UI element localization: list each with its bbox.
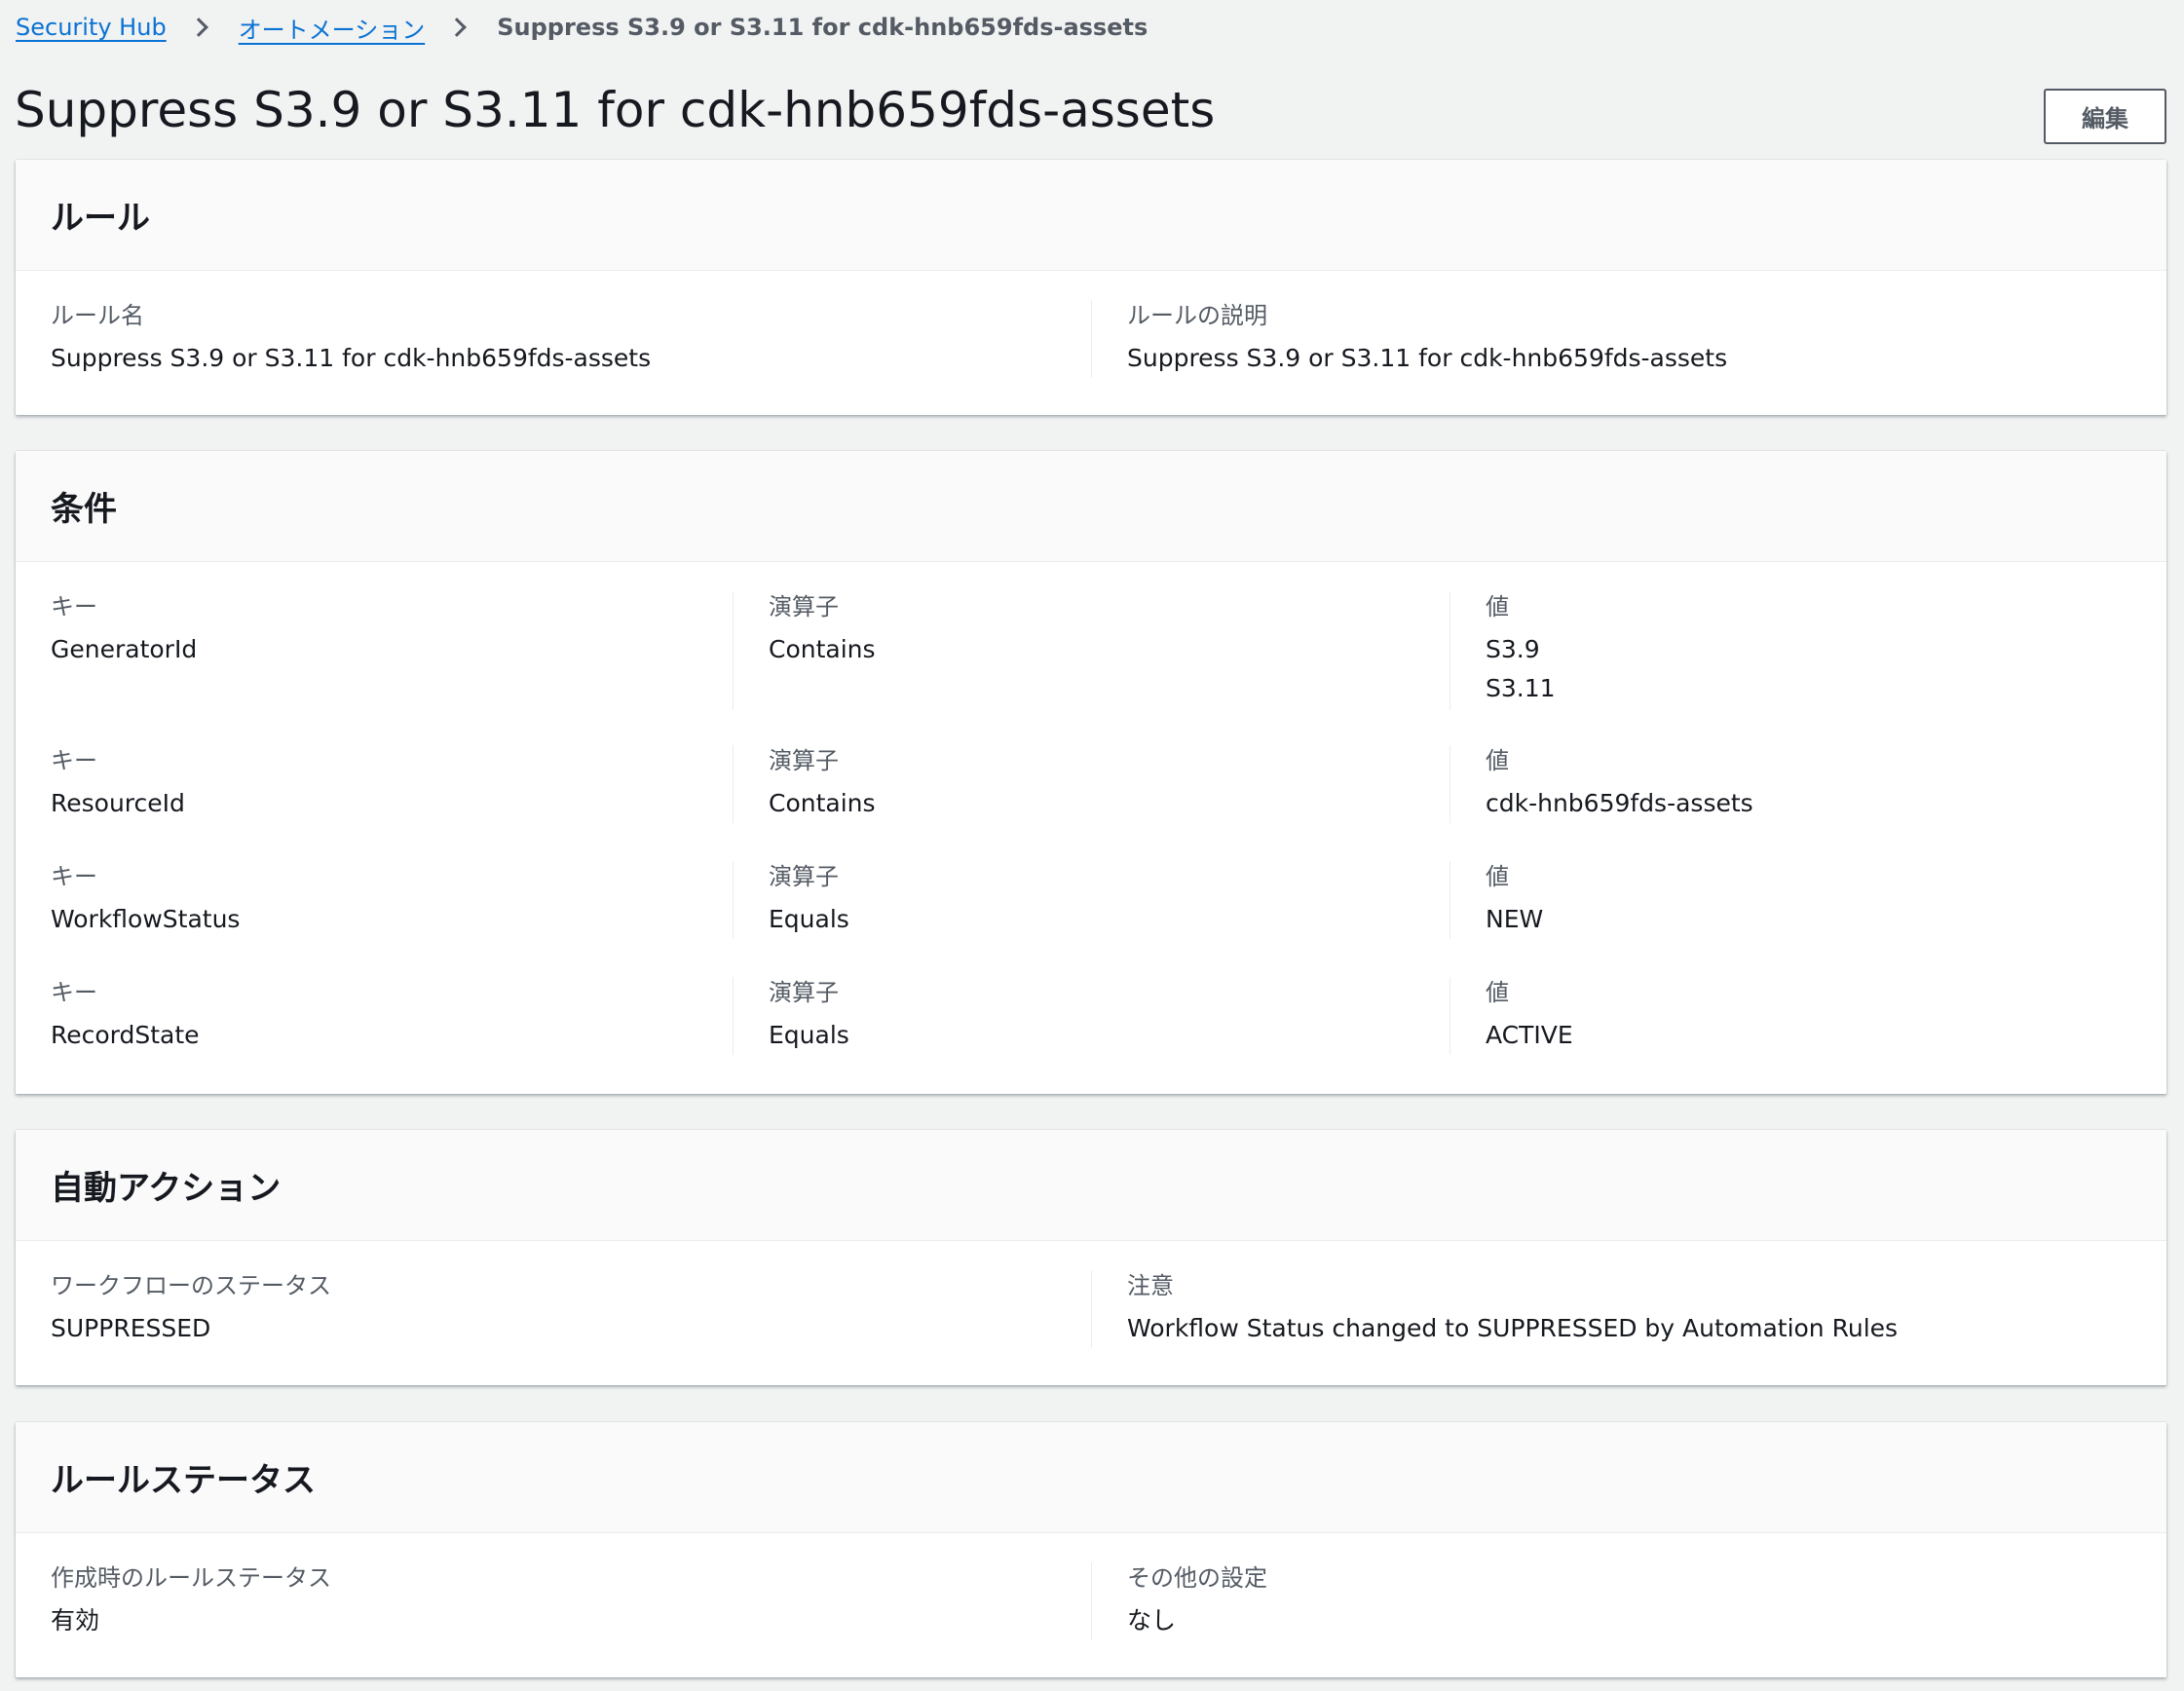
rule-name-value: Suppress S3.9 or S3.11 for cdk-hnb659fds… [51,344,652,372]
column-divider [1091,1270,1092,1348]
condition-row-operator: 演算子 Contains [769,745,876,823]
rule-panel-header: ルール [16,160,2166,271]
condition-operator-label: 演算子 [769,863,839,890]
conditions-panel-body: キー GeneratorId 演算子 Contains 値 S3.9 S3.11… [16,562,2166,1094]
condition-operator-label: 演算子 [769,593,839,620]
created-rule-status-label: 作成時のルールステータス [51,1564,331,1592]
column-divider [733,591,734,710]
condition-key-value: GeneratorId [51,635,198,663]
condition-value-item: cdk-hnb659fds-assets [1486,789,1753,817]
chevron-right-icon [188,18,208,37]
breadcrumb-link-automation[interactable]: オートメーション [239,11,426,45]
condition-key-label: キー [51,979,97,1006]
other-settings-value: なし [1127,1606,1177,1635]
condition-key-label: キー [51,593,97,620]
rule-status-panel-header: ルールステータス [16,1422,2166,1533]
condition-value-label: 値 [1486,593,1509,620]
workflow-status-value: SUPPRESSED [51,1314,211,1342]
condition-key-label: キー [51,747,97,774]
note-field: 注意 Workflow Status changed to SUPPRESSED… [1127,1270,1898,1348]
rule-panel-body: ルール名 Suppress S3.9 or S3.11 for cdk-hnb6… [16,271,2166,415]
rule-panel-title: ルール [51,199,150,238]
condition-key-value: ResourceId [51,789,185,817]
other-settings-field: その他の設定 なし [1127,1562,1267,1640]
column-divider [733,861,734,939]
condition-value-item: S3.11 [1486,674,1556,702]
condition-row-key: キー WorkflowStatus [51,861,240,939]
conditions-panel: 条件 キー GeneratorId 演算子 Contains 値 S3.9 S3… [16,451,2166,1094]
conditions-panel-header: 条件 [16,451,2166,562]
condition-key-value: RecordState [51,1021,200,1049]
condition-row-key: キー GeneratorId [51,591,197,669]
condition-row-value: 値 cdk-hnb659fds-assets [1486,745,1753,823]
rule-status-panel-body: 作成時のルールステータス 有効 その他の設定 なし [16,1533,2166,1677]
automated-actions-panel-body: ワークフローのステータス SUPPRESSED 注意 Workflow Stat… [16,1241,2166,1385]
page-title: Suppress S3.9 or S3.11 for cdk-hnb659fds… [15,82,1216,138]
breadcrumb: Security Hub オートメーション Suppress S3.9 or S… [16,10,1148,45]
condition-row-value: 値 NEW [1486,861,1543,939]
created-rule-status-value: 有効 [51,1606,100,1635]
condition-row-key: キー ResourceId [51,745,185,823]
condition-operator-value: Equals [769,1021,849,1049]
condition-operator-value: Contains [769,789,876,817]
condition-key-value: WorkflowStatus [51,905,241,933]
note-value: Workflow Status changed to SUPPRESSED by… [1127,1314,1899,1342]
column-divider [733,977,734,1055]
rule-status-panel: ルールステータス 作成時のルールステータス 有効 その他の設定 なし [16,1422,2166,1677]
column-divider [1091,300,1092,378]
condition-row-key: キー RecordState [51,977,200,1055]
condition-row-operator: 演算子 Equals [769,977,849,1055]
rule-description-field: ルールの説明 Suppress S3.9 or S3.11 for cdk-hn… [1127,300,1727,378]
created-rule-status-field: 作成時のルールステータス 有効 [51,1562,331,1640]
note-label: 注意 [1127,1272,1174,1299]
workflow-status-label: ワークフローのステータス [51,1272,331,1299]
condition-value-list: S3.9 S3.11 [1486,630,1556,708]
condition-value-item: ACTIVE [1486,1021,1573,1049]
condition-key-label: キー [51,863,97,890]
breadcrumb-link-security-hub[interactable]: Security Hub [16,14,167,41]
condition-value-item: S3.9 [1486,635,1540,663]
condition-operator-label: 演算子 [769,747,839,774]
condition-value-item: NEW [1486,905,1544,933]
conditions-panel-title: 条件 [51,490,117,529]
rule-name-label: ルール名 [51,302,144,329]
condition-value-label: 値 [1486,979,1509,1006]
workflow-status-field: ワークフローのステータス SUPPRESSED [51,1270,331,1348]
rule-description-label: ルールの説明 [1127,302,1267,329]
condition-row-value: 値 S3.9 S3.11 [1486,591,1556,708]
rule-status-panel-title: ルールステータス [51,1461,316,1500]
other-settings-label: その他の設定 [1127,1564,1267,1592]
rule-panel: ルール ルール名 Suppress S3.9 or S3.11 for cdk-… [16,160,2166,415]
automated-actions-panel-header: 自動アクション [16,1130,2166,1241]
condition-value-label: 値 [1486,747,1509,774]
automated-actions-panel: 自動アクション ワークフローのステータス SUPPRESSED 注意 Workf… [16,1130,2166,1385]
column-divider [733,745,734,823]
chevron-right-icon [447,18,468,37]
rule-description-value: Suppress S3.9 or S3.11 for cdk-hnb659fds… [1127,344,1728,372]
condition-value-label: 値 [1486,863,1509,890]
condition-row-value: 値 ACTIVE [1486,977,1573,1055]
edit-button[interactable]: 編集 [2044,89,2166,144]
column-divider [1091,1562,1092,1640]
rule-name-field: ルール名 Suppress S3.9 or S3.11 for cdk-hnb6… [51,300,651,378]
automation-rule-detail-page: Security Hub オートメーション Suppress S3.9 or S… [0,0,2184,1691]
condition-row-operator: 演算子 Contains [769,591,876,669]
breadcrumb-current: Suppress S3.9 or S3.11 for cdk-hnb659fds… [497,14,1148,41]
condition-operator-value: Equals [769,905,849,933]
automated-actions-panel-title: 自動アクション [51,1169,282,1208]
condition-operator-label: 演算子 [769,979,839,1006]
condition-operator-value: Contains [769,635,876,663]
condition-row-operator: 演算子 Equals [769,861,849,939]
